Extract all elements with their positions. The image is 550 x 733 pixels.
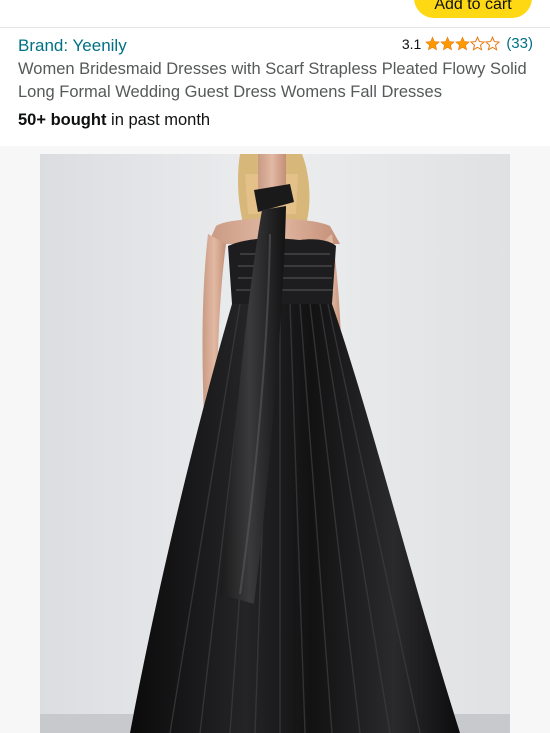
product-title: Women Bridesmaid Dresses with Scarf Stra… (18, 60, 527, 101)
brand-link[interactable]: Brand: Yeenily (18, 36, 127, 56)
star-rating (425, 36, 501, 51)
image-gallery (0, 146, 550, 733)
rating-count-link[interactable]: (33) (506, 35, 533, 52)
top-bar: Add to cart (0, 0, 550, 28)
product-image[interactable] (40, 154, 510, 733)
star-full-icon (440, 36, 456, 51)
bought-count-suffix: in past month (106, 111, 211, 129)
star-empty-icon (485, 36, 501, 51)
dress-illustration (40, 154, 510, 733)
rating-summary[interactable]: 3.1 (33) (402, 35, 533, 52)
bought-count-bold: 50+ bought (18, 111, 107, 129)
star-full-icon (455, 36, 471, 51)
product-info: Brand: Yeenily 3.1 (33) Women Bridesmaid… (0, 28, 550, 146)
star-full-icon (425, 36, 441, 51)
rating-value: 3.1 (401, 35, 422, 52)
add-to-cart-button[interactable]: Add to cart (414, 0, 532, 18)
bought-count: 50+ bought in past month (18, 111, 210, 130)
star-empty-icon (470, 36, 486, 51)
